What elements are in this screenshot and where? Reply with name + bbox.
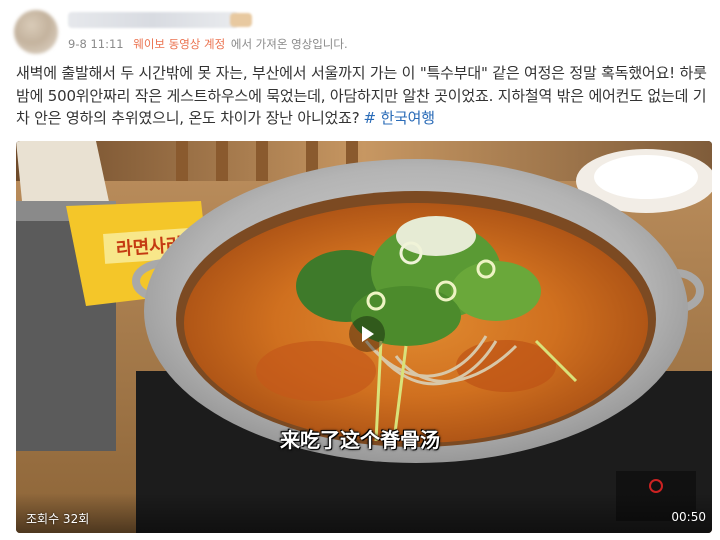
user-badge	[230, 13, 252, 27]
video-duration: 00:50	[671, 510, 706, 524]
post-text: 새벽에 출발해서 두 시간밖에 못 자는, 부산에서 서울까지 가는 이 "특수…	[16, 64, 707, 127]
hashtag-link[interactable]: # 한국여행	[364, 109, 436, 127]
weibo-post-card: 9-8 11:11 웨이보 동영상 계정 에서 가져온 영상입니다. 새벽에 출…	[0, 0, 720, 540]
play-button-icon[interactable]	[349, 316, 385, 352]
video-subtitle: 来吃了这个脊骨汤	[280, 428, 440, 452]
video-player[interactable]: 라면사리	[16, 141, 712, 533]
username-blurred[interactable]	[68, 12, 238, 28]
video-account-link[interactable]: 웨이보 동영상 계정	[133, 37, 225, 51]
post-body: 새벽에 출발해서 두 시간밖에 못 자는, 부산에서 서울까지 가는 이 "특수…	[16, 62, 710, 130]
post-timestamp[interactable]: 9-8 11:11	[68, 37, 124, 51]
post-meta: 9-8 11:11 웨이보 동영상 계정 에서 가져온 영상입니다.	[68, 36, 348, 52]
user-avatar[interactable]	[14, 10, 58, 54]
video-bottom-gradient	[16, 493, 712, 533]
view-count: 조회수 32회	[26, 512, 90, 526]
source-suffix: 에서 가져온 영상입니다.	[230, 37, 348, 51]
